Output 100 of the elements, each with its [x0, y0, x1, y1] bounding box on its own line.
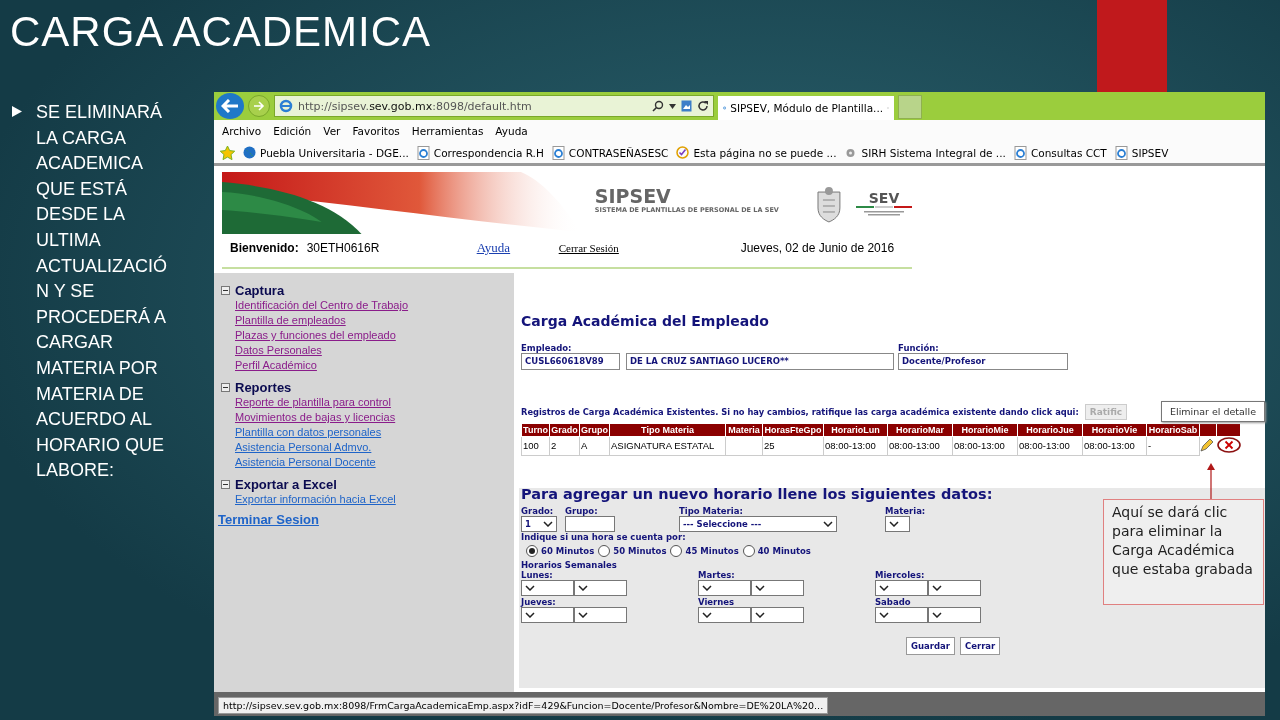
- caret-icon[interactable]: [669, 103, 676, 109]
- records-note: Registros de Carga Académica Existentes. Si no hay cambios, ratifique las carga académica existente dando click aqui:: [521, 407, 1079, 417]
- sidebar-link[interactable]: Perfil Académico: [221, 358, 317, 373]
- select-field[interactable]: [875, 607, 928, 623]
- check-icon: [676, 146, 690, 159]
- select-field[interactable]: [521, 580, 574, 596]
- form-button[interactable]: Cerrar: [959, 637, 1001, 655]
- address-bar[interactable]: http://sipsev.sev.gob.mx:8098/default.htm: [274, 95, 714, 117]
- column-header: Grupo: [579, 423, 610, 437]
- select-field[interactable]: [574, 607, 627, 623]
- forward-button[interactable]: [248, 95, 270, 117]
- text-field[interactable]: Docente/Profesor: [898, 353, 1068, 370]
- flag-stripe-icon: [856, 206, 912, 216]
- menu-item[interactable]: Herramientas: [411, 125, 484, 137]
- sidebar-link[interactable]: Reporte de plantilla para control: [221, 395, 391, 410]
- favorite-link[interactable]: Puebla Universitaria - DGE...: [260, 146, 409, 159]
- globe-icon: [243, 146, 256, 159]
- table-cell: 08:00-13:00: [1082, 436, 1147, 455]
- radio-option[interactable]: 60 Minutos: [526, 545, 595, 557]
- chevron-icon: [525, 585, 535, 591]
- pointer-arrow: [1207, 463, 1215, 499]
- field-label: Miercoles:: [875, 570, 925, 580]
- column-header: Turno: [521, 423, 550, 437]
- pencil-icon[interactable]: [1200, 438, 1214, 452]
- select-field[interactable]: [698, 607, 751, 623]
- column-header: HorarioJue: [1017, 423, 1083, 437]
- table-cell: 08:00-13:00: [952, 436, 1018, 455]
- star-icon[interactable]: [220, 145, 235, 160]
- favorite-link[interactable]: Consultas CCT: [1030, 146, 1107, 159]
- menu-item[interactable]: Favoritos: [352, 125, 400, 137]
- select-field[interactable]: [928, 580, 981, 596]
- chevron-icon: [879, 612, 889, 618]
- form-button[interactable]: Guardar: [906, 637, 955, 655]
- sidebar-link[interactable]: Identificación del Centro de Trabajo: [221, 298, 409, 313]
- menu-item[interactable]: Archivo: [222, 125, 262, 137]
- chevron-icon: [543, 521, 553, 527]
- delete-icon[interactable]: [1216, 437, 1241, 453]
- select-field[interactable]: [521, 607, 574, 623]
- agency-logo-text: SEV: [868, 190, 900, 206]
- sidebar-link[interactable]: Plantilla de empleados: [221, 313, 346, 328]
- column-header: HorarioMar: [887, 423, 953, 437]
- column-header: Grado: [549, 423, 580, 437]
- sidebar-link[interactable]: Movimientos de bajas y licencias: [221, 410, 396, 425]
- logo-text: SIPSEV: [594, 186, 671, 206]
- select-field[interactable]: [698, 580, 751, 596]
- collapse-icon[interactable]: [221, 383, 230, 392]
- table-cell: 08:00-13:00: [1017, 436, 1083, 455]
- menu-item[interactable]: Ver: [323, 125, 341, 137]
- chevron-icon: [932, 585, 942, 591]
- select-field[interactable]: [751, 580, 804, 596]
- favorite-link[interactable]: SIPSEV: [1131, 146, 1169, 159]
- menu-item[interactable]: Edición: [273, 125, 312, 137]
- select-field[interactable]: [751, 607, 804, 623]
- end-session-link[interactable]: Terminar Sesion: [218, 512, 319, 527]
- select-field[interactable]: 1: [521, 516, 557, 532]
- collapse-icon[interactable]: [221, 286, 230, 295]
- field-label: Materia:: [885, 506, 926, 516]
- select-field[interactable]: --- Seleccione ---: [679, 516, 837, 532]
- globe-page-icon: [416, 145, 430, 160]
- section-label: Horarios Semanales: [521, 560, 617, 570]
- favorite-link[interactable]: Esta página no se puede ...: [693, 146, 837, 159]
- sidebar-link[interactable]: Asistencia Personal Admvo.: [221, 440, 372, 455]
- chevron-icon: [755, 612, 765, 618]
- radio-option[interactable]: 40 Minutos: [742, 545, 811, 557]
- text-field[interactable]: DE LA CRUZ SANTIAGO LUCERO**: [626, 353, 894, 370]
- sidebar-link[interactable]: Exportar información hacia Excel: [221, 492, 396, 507]
- field-label: Empleado:: [521, 343, 572, 353]
- input-field[interactable]: [565, 516, 615, 532]
- sidebar-link[interactable]: Plazas y funciones del empleado: [221, 328, 396, 343]
- menu-item[interactable]: Ayuda: [495, 125, 528, 137]
- logout-link[interactable]: Cerrar Sesión: [558, 242, 741, 254]
- table-cell: 08:00-13:00: [823, 436, 888, 455]
- text-field[interactable]: CUSL660618V89: [521, 353, 620, 370]
- favorite-link[interactable]: Correspondencia R.H: [433, 146, 544, 159]
- select-field[interactable]: [875, 580, 928, 596]
- radio-option[interactable]: 50 Minutos: [598, 545, 667, 557]
- column-header: HorarioMie: [952, 423, 1018, 437]
- favorite-link[interactable]: SIRH Sistema Integral de ...: [861, 146, 1006, 159]
- section-title: Captura: [235, 283, 285, 298]
- callout-note: Aquí se dará clic para eliminar la Carga Académica que estaba grabada: [1103, 499, 1264, 605]
- select-field[interactable]: [574, 580, 627, 596]
- search-icon[interactable]: [652, 100, 664, 112]
- browser-tab[interactable]: SIPSEV, Módulo de Plantilla...: [718, 96, 894, 120]
- field-label: Jueves:: [521, 597, 556, 607]
- section-title: Exportar a Excel: [235, 477, 337, 492]
- help-link[interactable]: Ayuda: [476, 240, 559, 256]
- radio-option[interactable]: 45 Minutos: [670, 545, 739, 557]
- refresh-icon[interactable]: [697, 100, 709, 112]
- select-field[interactable]: [885, 516, 910, 532]
- sidebar-link[interactable]: Asistencia Personal Docente: [221, 455, 376, 470]
- collapse-icon[interactable]: [221, 480, 230, 489]
- favorite-link[interactable]: CONTRASEÑASESC: [568, 146, 669, 159]
- chevron-icon: [823, 521, 833, 527]
- column-header: [1216, 423, 1241, 437]
- seal-icon: [814, 186, 844, 224]
- sidebar-link[interactable]: Plantilla con datos personales: [221, 425, 382, 440]
- select-field[interactable]: [928, 607, 981, 623]
- field-label: Tipo Materia:: [679, 506, 743, 516]
- sidebar-link[interactable]: Datos Personales: [221, 343, 322, 358]
- back-button[interactable]: [216, 93, 244, 119]
